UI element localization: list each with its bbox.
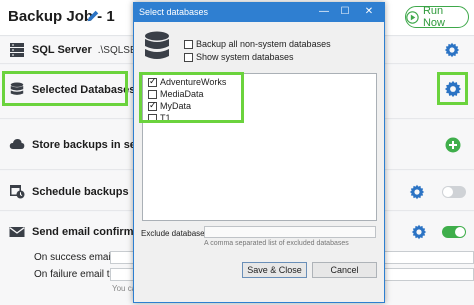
show-system-checkbox[interactable]: [184, 52, 193, 62]
select-databases-dialog: Select databases — ☐ ✕ Backup all non-sy…: [133, 2, 385, 303]
database-stack-icon: [145, 31, 169, 59]
toggle-knob: [443, 187, 453, 197]
exclude-input[interactable]: [204, 226, 376, 238]
dialog-title: Select databases: [139, 7, 209, 17]
run-now-button[interactable]: Run Now: [405, 5, 469, 29]
selected-databases-highlight: [2, 71, 128, 106]
show-system-option[interactable]: Show system databases: [184, 52, 294, 62]
backup-all-label: Backup all non-system databases: [196, 39, 331, 49]
envelope-icon: [9, 227, 25, 237]
schedule-gear-icon[interactable]: [409, 184, 425, 200]
sql-server-title: SQL Server: [32, 44, 92, 56]
backup-all-checkbox[interactable]: [184, 39, 193, 49]
server-icon: [10, 43, 24, 57]
dialog-titlebar[interactable]: Select databases — ☐ ✕: [134, 3, 384, 22]
cancel-button[interactable]: Cancel: [312, 262, 377, 278]
pencil-icon[interactable]: [86, 9, 100, 23]
schedule-toggle[interactable]: [442, 186, 466, 198]
email-toggle[interactable]: [442, 226, 466, 238]
save-close-button[interactable]: Save & Close: [242, 262, 307, 278]
toggle-knob: [455, 227, 465, 237]
sql-server-gear-icon[interactable]: [444, 42, 460, 58]
show-system-label: Show system databases: [196, 52, 294, 62]
cloud-upload-icon: [9, 139, 25, 149]
run-now-label: Run Now: [422, 5, 445, 29]
maximize-icon[interactable]: ☐: [339, 6, 351, 18]
failure-email-label: On failure email to:: [34, 269, 118, 280]
exclude-label: Exclude databases:: [141, 229, 211, 238]
play-icon: [406, 10, 419, 24]
backup-all-option[interactable]: Backup all non-system databases: [184, 39, 331, 49]
exclude-hint: A comma separated list of excluded datab…: [204, 240, 349, 247]
close-icon[interactable]: ✕: [363, 6, 375, 18]
database-list-highlight: [139, 72, 244, 123]
plus-circle-icon[interactable]: [445, 137, 461, 153]
schedule-label: Schedule backups: [32, 186, 129, 198]
minimize-icon[interactable]: —: [318, 6, 330, 18]
gear-highlight: [437, 72, 468, 105]
email-gear-icon[interactable]: [411, 224, 427, 240]
calendar-clock-icon: [10, 185, 25, 199]
